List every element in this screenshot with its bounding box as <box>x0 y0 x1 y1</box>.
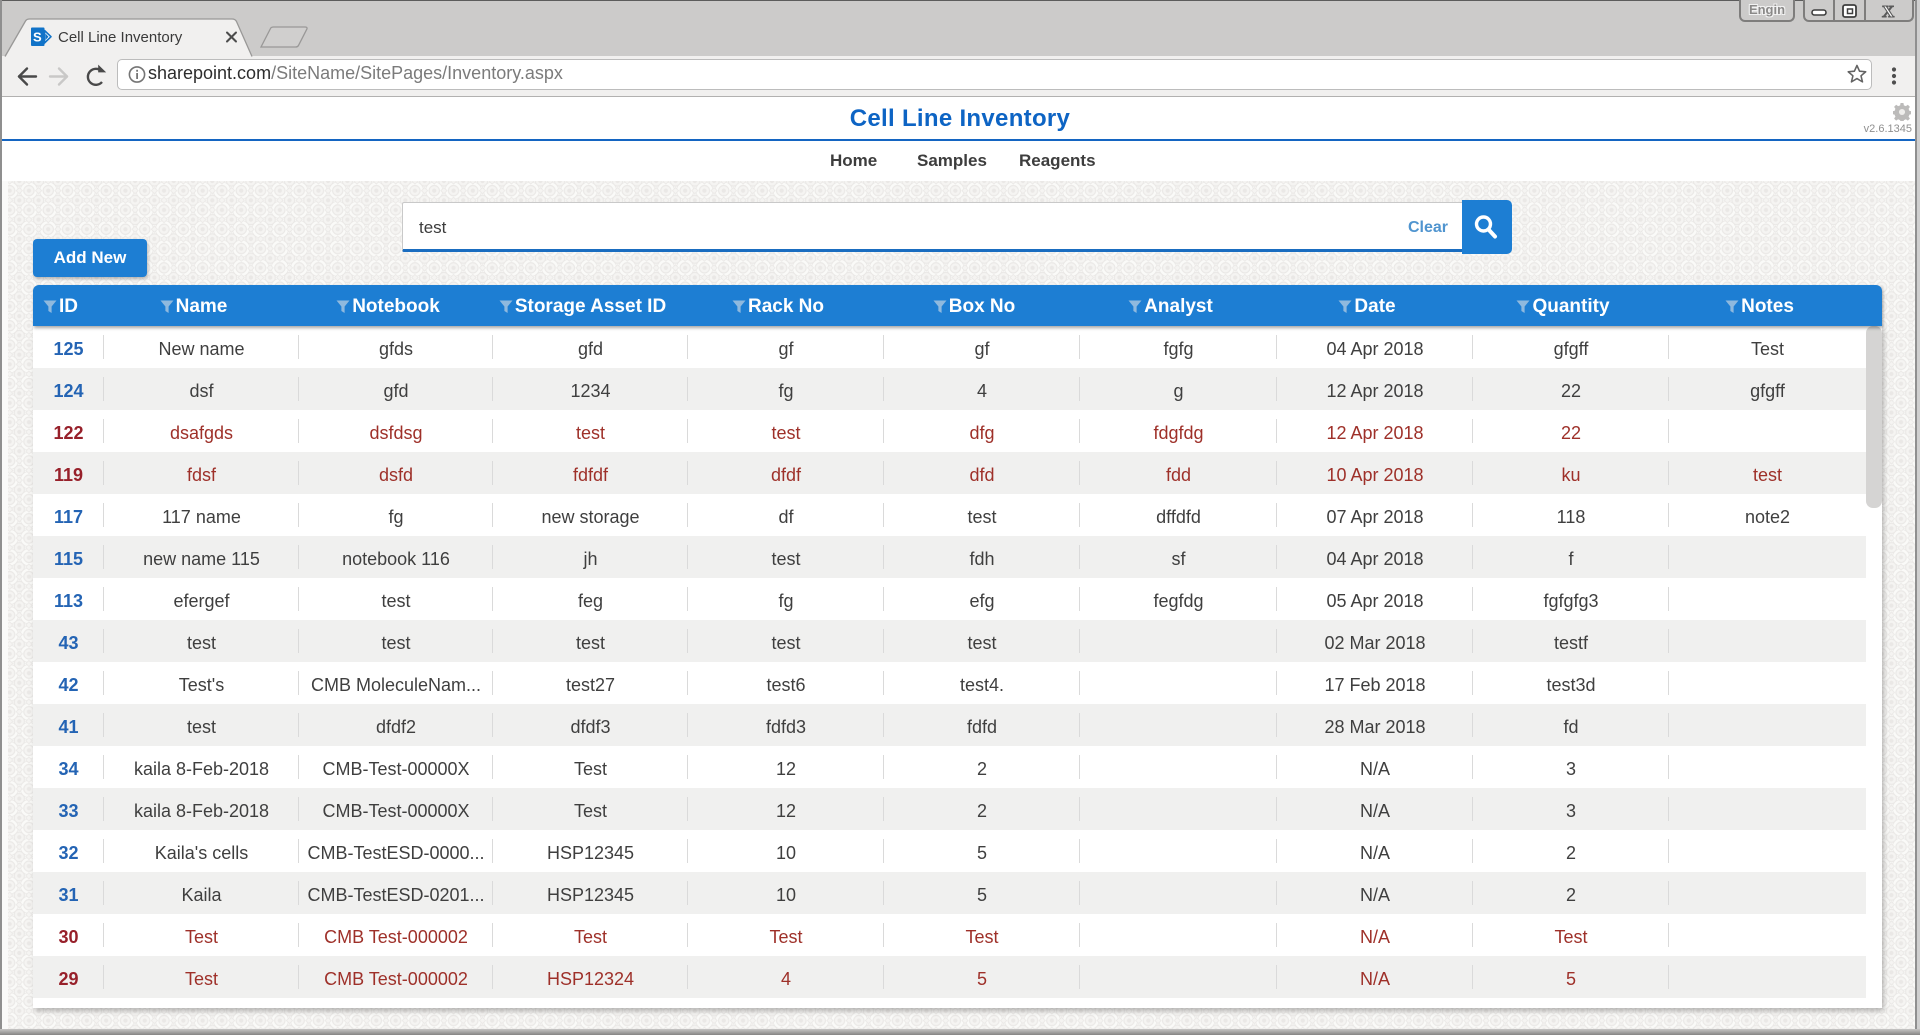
svg-text:S: S <box>33 30 42 45</box>
svg-text:X: X <box>1882 2 1895 21</box>
